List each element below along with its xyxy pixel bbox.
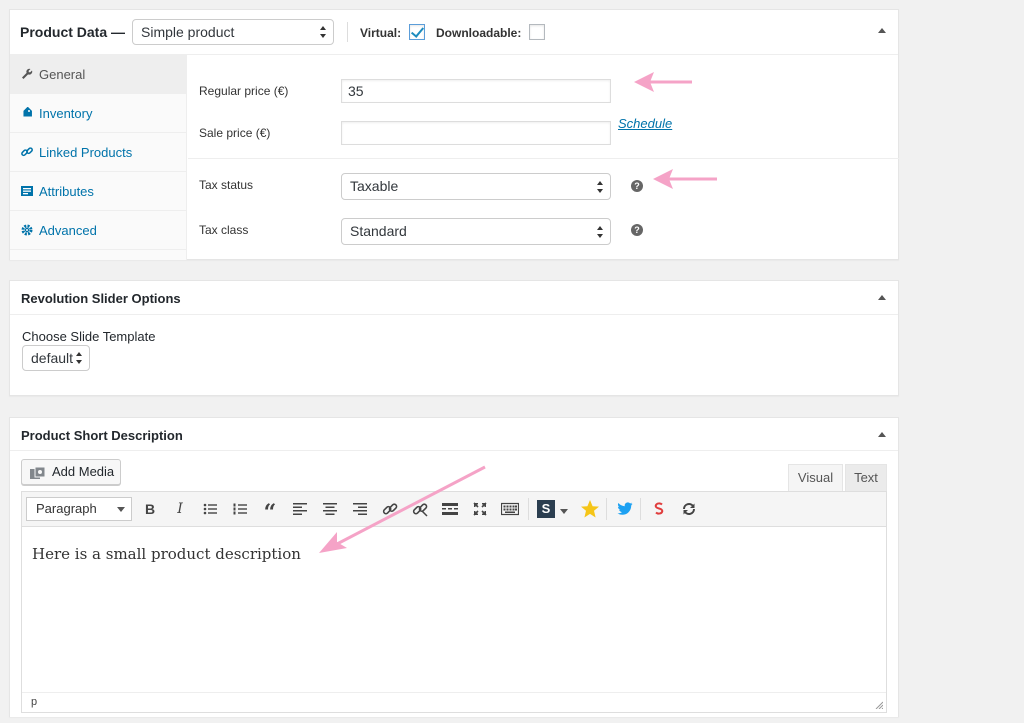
product-type-value: Simple product xyxy=(141,24,235,40)
add-media-button[interactable]: Add Media xyxy=(21,459,121,485)
general-panel: Regular price (€) 35 Sale price (€) Sche… xyxy=(188,55,899,260)
tag-icon xyxy=(21,94,33,135)
star-icon xyxy=(581,500,599,518)
align-left-button[interactable] xyxy=(290,499,310,519)
tax-status-value: Taxable xyxy=(350,178,399,194)
format-select-value: Paragraph xyxy=(36,501,97,516)
twitter-button[interactable] xyxy=(615,499,635,519)
tab-linked-products[interactable]: Linked Products xyxy=(10,133,186,172)
tax-status-label: Tax status xyxy=(199,178,254,192)
toolbar-toggle-button[interactable] xyxy=(500,499,520,519)
select-arrows-icon xyxy=(76,352,83,364)
short-description-title: Product Short Description xyxy=(21,428,183,443)
virtual-label: Virtual: xyxy=(360,26,402,40)
star-button[interactable] xyxy=(580,499,600,519)
toolbar-divider xyxy=(606,498,607,520)
shortcode-s-button[interactable]: S xyxy=(537,500,555,518)
downloadable-checkbox[interactable] xyxy=(529,24,545,40)
list-icon xyxy=(21,172,33,213)
media-icon xyxy=(30,465,46,479)
panel-divider xyxy=(188,158,899,159)
slide-template-value: default xyxy=(31,350,74,366)
numbered-list-icon xyxy=(233,503,247,515)
numbered-list-button[interactable] xyxy=(230,499,250,519)
bullet-list-button[interactable] xyxy=(200,499,220,519)
tax-status-help-icon[interactable]: ? xyxy=(631,180,643,192)
editor-statusbar: p xyxy=(22,692,886,712)
sale-price-input[interactable] xyxy=(341,121,611,145)
product-type-select[interactable]: Simple product xyxy=(132,19,334,45)
tab-advanced[interactable]: Advanced xyxy=(10,211,186,250)
bullet-list-icon xyxy=(203,503,217,515)
product-data-box: Product Data — Simple product Virtual: D… xyxy=(9,9,899,260)
twitter-icon xyxy=(617,502,633,515)
annotation-arrow-icon xyxy=(634,72,692,92)
tab-label: Linked Products xyxy=(39,145,133,160)
regular-price-input[interactable]: 35 xyxy=(341,79,611,103)
element-path[interactable]: p xyxy=(31,696,37,708)
tab-label: General xyxy=(39,67,86,82)
refresh-icon xyxy=(683,503,695,515)
chevron-down-icon xyxy=(117,507,125,512)
resize-handle-icon[interactable] xyxy=(875,701,883,709)
tab-label: Inventory xyxy=(39,106,93,121)
align-left-icon xyxy=(293,503,307,515)
plugin-s-button[interactable] xyxy=(649,499,669,519)
header-divider xyxy=(347,22,348,42)
virtual-checkbox[interactable] xyxy=(409,24,425,40)
tax-class-value: Standard xyxy=(350,223,407,239)
regular-price-label: Regular price (€) xyxy=(199,84,289,98)
tab-general[interactable]: General xyxy=(10,55,186,94)
tax-class-label: Tax class xyxy=(199,223,249,237)
tax-class-select[interactable]: Standard xyxy=(341,218,611,245)
wrench-icon xyxy=(21,55,33,96)
tab-attributes[interactable]: Attributes xyxy=(10,172,186,211)
select-arrows-icon xyxy=(320,26,327,38)
sale-price-label: Sale price (€) xyxy=(199,126,271,140)
tab-label: Advanced xyxy=(39,223,97,238)
add-media-label: Add Media xyxy=(52,464,115,479)
tab-label: Attributes xyxy=(39,184,94,199)
schedule-link[interactable]: Schedule xyxy=(618,116,672,131)
tax-class-help-icon[interactable]: ? xyxy=(631,224,643,236)
short-description-header: Product Short Description xyxy=(10,418,898,451)
slide-template-label: Choose Slide Template xyxy=(22,329,156,344)
italic-button[interactable]: I xyxy=(170,499,190,519)
annotation-arrow-icon xyxy=(319,465,486,553)
gear-icon xyxy=(21,211,33,252)
collapse-toggle-icon[interactable] xyxy=(878,432,886,437)
tax-status-select[interactable]: Taxable xyxy=(341,173,611,200)
tab-inventory[interactable]: Inventory xyxy=(10,94,186,133)
chevron-down-icon xyxy=(560,509,568,514)
product-data-header: Product Data — Simple product Virtual: D… xyxy=(10,10,898,55)
revolution-slider-box: Revolution Slider Options Choose Slide T… xyxy=(9,280,899,396)
toolbar-divider xyxy=(640,498,641,520)
refresh-button[interactable] xyxy=(679,499,699,519)
collapse-toggle-icon[interactable] xyxy=(878,295,886,300)
annotation-arrow-icon xyxy=(653,169,717,189)
collapse-toggle-icon[interactable] xyxy=(878,28,886,33)
plugin-s-icon xyxy=(654,502,664,515)
product-data-tabs: General Inventory Linked Products Attrib… xyxy=(10,55,187,260)
revolution-slider-title: Revolution Slider Options xyxy=(21,291,181,306)
select-arrows-icon xyxy=(597,181,604,193)
product-data-title: Product Data — xyxy=(20,24,126,40)
description-text: Here is a small product description xyxy=(32,545,301,563)
select-arrows-icon xyxy=(597,226,604,238)
tab-visual[interactable]: Visual xyxy=(788,464,843,491)
blockquote-button[interactable]: “ xyxy=(260,499,280,526)
bold-button[interactable]: B xyxy=(140,499,160,519)
keyboard-icon xyxy=(500,502,520,516)
shortcode-dropdown-button[interactable] xyxy=(558,499,570,519)
tab-text[interactable]: Text xyxy=(845,464,887,491)
slide-template-select[interactable]: default xyxy=(22,345,90,371)
revolution-slider-header: Revolution Slider Options xyxy=(10,281,898,315)
link-icon xyxy=(21,133,33,174)
format-select[interactable]: Paragraph xyxy=(26,497,132,521)
toolbar-divider xyxy=(528,498,529,520)
downloadable-label: Downloadable: xyxy=(436,26,522,40)
